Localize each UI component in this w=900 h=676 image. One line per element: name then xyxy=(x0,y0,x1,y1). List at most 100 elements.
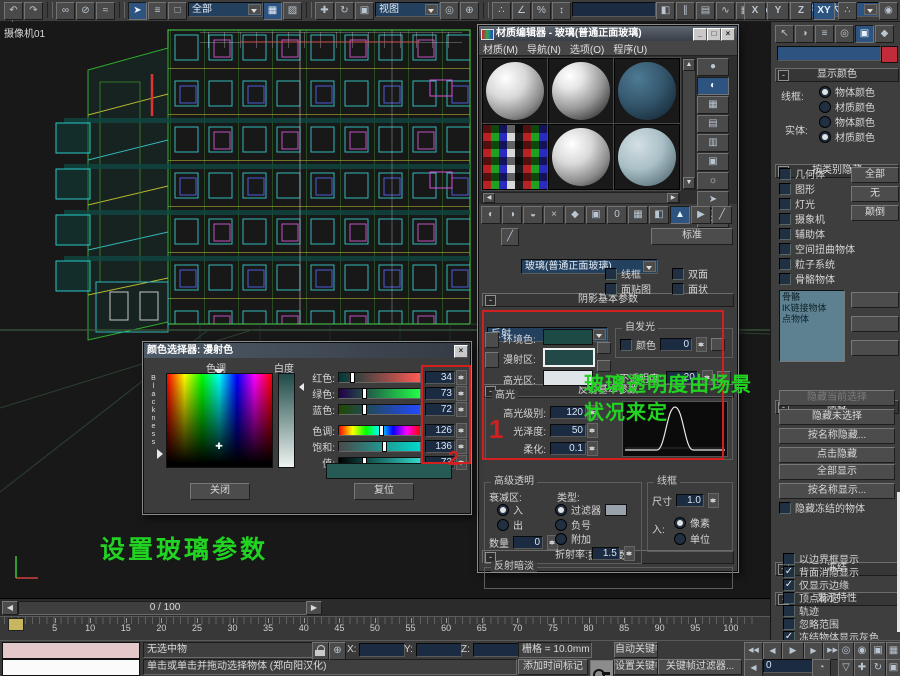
select-by-name-icon[interactable] xyxy=(148,2,167,20)
bone-list-item[interactable]: IK链接物体 xyxy=(782,303,842,314)
backlight-icon[interactable] xyxy=(697,77,729,95)
tab-hierarchy[interactable] xyxy=(815,25,834,43)
reset-map-icon[interactable] xyxy=(544,206,564,224)
reference-coord-dropdown[interactable]: 视图 xyxy=(375,2,440,17)
category-checkbox[interactable] xyxy=(779,258,791,270)
scroll-up-icon[interactable] xyxy=(683,59,695,71)
put-to-library-icon[interactable] xyxy=(586,206,606,224)
go-to-parent-icon[interactable] xyxy=(670,206,690,224)
category-action-button[interactable]: 颠倒 xyxy=(851,205,899,221)
bone-list-box[interactable]: 骨骼IK链接物体点物体 xyxy=(779,290,845,362)
slots-hscrollbar[interactable] xyxy=(482,192,680,204)
select-and-link-icon[interactable] xyxy=(56,2,75,20)
category-checkbox[interactable] xyxy=(779,228,791,240)
redo-icon[interactable] xyxy=(24,2,43,20)
ior-spinner[interactable] xyxy=(624,546,635,561)
shader-option-checkbox[interactable] xyxy=(672,268,684,280)
pan-icon[interactable] xyxy=(854,659,870,676)
trackbar-prev-button[interactable] xyxy=(2,601,18,615)
window-crossing-icon[interactable] xyxy=(263,2,282,20)
time-slider[interactable] xyxy=(8,618,24,631)
display-prop-checkbox[interactable] xyxy=(783,631,795,641)
play-icon[interactable] xyxy=(782,642,804,660)
absolute-offset-icon[interactable] xyxy=(329,642,346,660)
wire-size-field[interactable]: 1.0 xyxy=(676,494,704,507)
zoom-extents-icon[interactable] xyxy=(870,642,886,660)
scroll-right-icon[interactable] xyxy=(667,193,679,203)
snap-toggle-icon[interactable] xyxy=(492,2,511,20)
wire-pixels-radio[interactable] xyxy=(674,517,686,529)
falloff-out-radio[interactable] xyxy=(497,519,509,531)
tab-motion[interactable] xyxy=(835,25,854,43)
shader-option-checkbox[interactable] xyxy=(605,268,617,280)
hide-action-button[interactable]: 按名称隐藏... xyxy=(779,428,895,444)
hide-action-button[interactable]: 点击隐藏 xyxy=(779,447,895,463)
sample-slot[interactable] xyxy=(548,58,614,124)
sample-slot[interactable] xyxy=(614,58,680,124)
tab-utilities[interactable] xyxy=(875,25,894,43)
select-object-icon[interactable] xyxy=(128,2,147,20)
scroll-down-icon[interactable] xyxy=(683,177,695,189)
tab-display[interactable] xyxy=(855,25,874,43)
slots-vscrollbar[interactable] xyxy=(682,58,696,190)
display-prop-checkbox[interactable] xyxy=(783,618,795,630)
time-config-icon[interactable] xyxy=(812,659,831,676)
eyedropper-icon[interactable] xyxy=(501,228,519,246)
close-icon[interactable] xyxy=(721,28,735,41)
axis-constraint-button[interactable]: XY xyxy=(813,2,835,20)
set-key-mode-button[interactable] xyxy=(590,660,614,676)
display-color-radio[interactable] xyxy=(819,86,831,98)
selection-lock-icon[interactable] xyxy=(312,642,329,660)
rotate-icon[interactable] xyxy=(335,2,354,20)
maximize-icon[interactable] xyxy=(707,28,721,41)
channel-slider-notch[interactable] xyxy=(362,404,367,415)
sample-type-icon[interactable] xyxy=(697,58,729,76)
layers-icon[interactable] xyxy=(696,2,715,20)
channel-slider-notch[interactable] xyxy=(350,372,355,383)
channel-slider[interactable] xyxy=(338,388,421,399)
display-prop-checkbox[interactable] xyxy=(783,592,795,604)
bone-list-action-button[interactable] xyxy=(851,340,899,356)
maxscript-listener-field[interactable] xyxy=(2,659,140,676)
bind-to-spacewarp-icon[interactable] xyxy=(96,2,115,20)
fence-region-icon[interactable] xyxy=(283,2,302,20)
background-icon[interactable] xyxy=(697,96,729,114)
snap-dots-icon[interactable] xyxy=(838,2,857,20)
axis-constraint-button[interactable]: Y xyxy=(767,2,789,20)
use-center-icon[interactable] xyxy=(440,2,459,20)
category-checkbox[interactable] xyxy=(779,168,791,180)
wire-units-radio[interactable] xyxy=(674,533,686,545)
go-to-start-icon[interactable] xyxy=(744,642,763,660)
x-coord-field[interactable] xyxy=(359,643,405,657)
wire-size-spinner[interactable] xyxy=(708,493,719,508)
category-action-button[interactable]: 无 xyxy=(851,186,899,202)
mirror-icon[interactable] xyxy=(656,2,675,20)
subtractive-radio[interactable] xyxy=(555,519,567,531)
quick-render-icon[interactable] xyxy=(879,2,898,20)
dropdown-arrow-icon[interactable] xyxy=(864,4,877,15)
rollout-display-color[interactable]: -显示颜色 xyxy=(775,68,899,82)
category-checkbox[interactable] xyxy=(779,198,791,210)
options-icon[interactable] xyxy=(697,172,729,190)
hue-blackness-square[interactable]: ✚ xyxy=(166,373,273,468)
undo-icon[interactable] xyxy=(4,2,23,20)
whiteness-column[interactable] xyxy=(278,373,295,468)
show-map-in-viewport-icon[interactable] xyxy=(628,206,648,224)
sample-slot[interactable] xyxy=(548,124,614,190)
sample-tiling-icon[interactable] xyxy=(697,115,729,133)
z-coord-field[interactable] xyxy=(473,643,519,657)
hide-frozen-checkbox[interactable] xyxy=(779,502,791,514)
bone-list-action-button[interactable] xyxy=(851,292,899,308)
channel-slider-notch[interactable] xyxy=(382,441,387,452)
zoom-icon[interactable] xyxy=(838,642,854,660)
maximize-viewport-icon[interactable] xyxy=(886,659,900,676)
channel-slider-notch[interactable] xyxy=(379,425,384,436)
display-prop-checkbox[interactable] xyxy=(783,553,795,565)
category-checkbox[interactable] xyxy=(779,213,791,225)
unlink-icon[interactable] xyxy=(76,2,95,20)
hide-action-button[interactable]: 隐藏当前选择 xyxy=(779,390,895,406)
macro-recorder-field[interactable] xyxy=(2,642,140,659)
put-material-icon[interactable] xyxy=(502,206,522,224)
pick-material-icon[interactable] xyxy=(712,206,732,224)
menu-item[interactable]: 选项(O) xyxy=(570,45,604,56)
